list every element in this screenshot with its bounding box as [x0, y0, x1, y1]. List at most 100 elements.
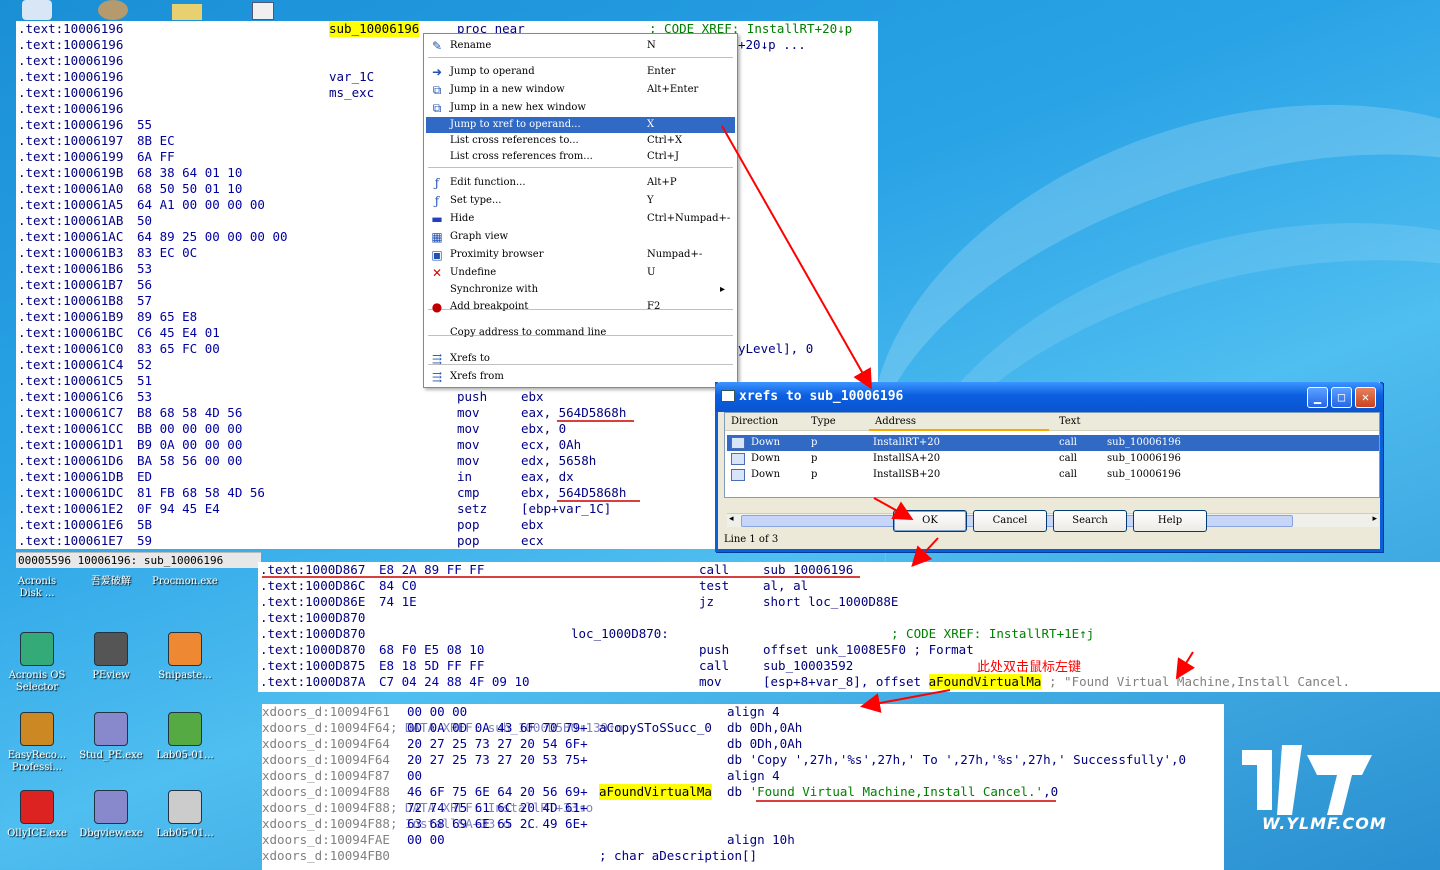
menu-item-proximity-browser[interactable]: ▣ Proximity browser Numpad+-: [426, 247, 735, 263]
menu-item-xrefs-to[interactable]: ⇶ Xrefs to: [426, 351, 735, 367]
ok-button[interactable]: OK: [893, 510, 967, 532]
dialog-titlebar[interactable]: xrefs to sub_10006196 ▁ □ ✕: [715, 382, 1383, 412]
desktop-icon[interactable]: Snipaste...: [152, 632, 218, 682]
data-line[interactable]: xdoors_d:10094FB0 ; char aDescription[]: [262, 848, 1224, 864]
operand[interactable]: +20↓p ...: [738, 37, 806, 53]
menu-item-rename[interactable]: ✎ Rename N: [426, 38, 735, 54]
desktop-icon[interactable]: Dbgview.exe: [78, 790, 144, 840]
menu-item-copy-address-to-command-line[interactable]: Copy address to command line: [426, 325, 735, 341]
menu-item-undefine[interactable]: ✕ Undefine U: [426, 265, 735, 281]
xref-row[interactable]: Down p InstallRT+20 call sub_10006196: [727, 435, 1379, 451]
string-literal[interactable]: 'Found Virtual Machine,Install Cancel.': [750, 784, 1044, 799]
operand[interactable]: short loc_1000D88E: [763, 594, 898, 610]
scroll-right-icon[interactable]: ▸: [1372, 514, 1377, 524]
desktop-icon[interactable]: OllyICE.exe: [4, 790, 70, 840]
minimize-button[interactable]: ▁: [1307, 387, 1328, 408]
operand[interactable]: eax, dx: [521, 469, 574, 485]
operand[interactable]: offset unk_1008E5F0 ; Format: [763, 642, 974, 658]
menu-item-list-cross-references-to[interactable]: List cross references to... Ctrl+X: [426, 133, 735, 149]
avatar-icon[interactable]: [98, 0, 128, 20]
xref-row[interactable]: Down p InstallSA+20 call sub_10006196: [727, 451, 1379, 467]
folder-icon[interactable]: [172, 4, 202, 20]
window-icon[interactable]: [252, 2, 274, 20]
desktop-icon[interactable]: Acronis OS Selector: [4, 632, 70, 694]
desktop-icon[interactable]: Procmon.exe: [152, 576, 218, 588]
data-line[interactable]: xdoors_d:10094F88 46 6F 75 6E 64 20 56 69…: [262, 784, 1224, 800]
data-line[interactable]: xdoors_d:10094F88 63 68 69 6E 65 2C 49 6E…: [262, 816, 1224, 832]
operand[interactable]: yLevel], 0: [738, 341, 813, 357]
data-line[interactable]: xdoors_d:10094F64 0D 0A 0D 0A 43 6F 70 79…: [262, 720, 1224, 736]
operand[interactable]: sub_10006196: [763, 562, 853, 578]
menu-item-jump-in-a-new-window[interactable]: ⧉ Jump in a new window Alt+Enter: [426, 82, 735, 98]
desktop-icon[interactable]: Acronis Disk ...: [4, 576, 70, 600]
xref-row[interactable]: Down p InstallSB+20 call sub_10006196: [727, 467, 1379, 483]
highlighted-operand[interactable]: aFoundVirtualMa: [928, 674, 1042, 689]
ida-disassembly-view-2[interactable]: .text:1000D867 E8 2A 89 FF FF call sub_1000…: [258, 562, 1440, 692]
operand[interactable]: [ebp+var_1C]: [521, 501, 611, 517]
column-text[interactable]: Text: [1059, 416, 1080, 427]
operand[interactable]: [esp+8+var_8], offset aFoundVirtualMa ; …: [763, 674, 1350, 690]
code-label[interactable]: sub_10006196: [329, 21, 420, 37]
operand[interactable]: ebx: [521, 389, 544, 405]
ida-data-view[interactable]: xdoors_d:10094F61 00 00 00 align 4 xdoors_d…: [262, 704, 1224, 870]
operand[interactable]: ebx, 0: [521, 421, 566, 437]
operand[interactable]: ebx, 564D5868h: [521, 485, 626, 501]
code-line[interactable]: .text:1000D870 68 F0 E5 08 10 push offset u…: [258, 642, 1440, 658]
operand[interactable]: sub_10003592: [763, 658, 853, 674]
code-line[interactable]: .text:1000D870 loc_1000D870: ; CODE XREF: …: [258, 626, 1440, 642]
column-direction[interactable]: Direction: [731, 416, 778, 427]
data-line[interactable]: xdoors_d:10094F88 72 74 75 61 6C 20 4D 61…: [262, 800, 1224, 816]
data-line[interactable]: xdoors_d:10094F87 00 align 4: [262, 768, 1224, 784]
data-label[interactable]: aFoundVirtualMa: [599, 784, 712, 800]
maximize-button[interactable]: □: [1331, 387, 1352, 408]
cancel-button[interactable]: Cancel: [973, 510, 1047, 532]
desktop-icon[interactable]: 吾爱破解: [78, 576, 144, 588]
help-button[interactable]: Help: [1133, 510, 1207, 532]
code-line[interactable]: .text:1000D870: [258, 610, 1440, 626]
desktop-icon[interactable]: Lab05-01...: [152, 712, 218, 762]
menu-item-add-breakpoint[interactable]: ● Add breakpoint F2: [426, 299, 735, 315]
operand[interactable]: ebx: [521, 517, 544, 533]
xrefs-dialog[interactable]: xrefs to sub_10006196 ▁ □ ✕ Direction Ty…: [715, 382, 1383, 552]
code-label[interactable]: var_1C: [329, 69, 374, 85]
operand[interactable]: edx, 5658h: [521, 453, 596, 469]
column-type[interactable]: Type: [811, 416, 836, 427]
menu-item-jump-to-operand[interactable]: ➜ Jump to operand Enter: [426, 64, 735, 80]
menu-item-hide[interactable]: ▬ Hide Ctrl+Numpad+-: [426, 211, 735, 227]
desktop-icon[interactable]: Stud_PE.exe: [78, 712, 144, 762]
data-line[interactable]: xdoors_d:10094F64 20 27 25 73 27 20 53 75…: [262, 752, 1224, 768]
operand[interactable]: eax, 564D5868h: [521, 405, 626, 421]
context-menu[interactable]: ✎ Rename N ➜ Jump to operand Enter ⧉ Jump in a …: [423, 33, 738, 388]
data-label[interactable]: aCopySToSSucc_0: [599, 720, 712, 736]
xrefs-list[interactable]: Direction Type Address Text Down p Install…: [724, 412, 1380, 527]
operand[interactable]: ecx: [521, 533, 544, 549]
scroll-left-icon[interactable]: ◂: [729, 514, 734, 524]
code-line[interactable]: .text:1000D875 E8 18 5D FF FF call sub_1000…: [258, 658, 1440, 674]
code-line[interactable]: .text:1000D87A C7 04 24 88 4F 09 10 mov [es…: [258, 674, 1440, 690]
operand[interactable]: al, al: [763, 578, 808, 594]
data-line[interactable]: xdoors_d:10094FAE 00 00 align 10h: [262, 832, 1224, 848]
search-button[interactable]: Search: [1053, 510, 1127, 532]
menu-item-edit-function[interactable]: ƒ Edit function... Alt+P: [426, 175, 735, 191]
data-line[interactable]: xdoors_d:10094F61 00 00 00 align 4: [262, 704, 1224, 720]
menu-item-jump-in-a-new-hex-window[interactable]: ⧉ Jump in a new hex window: [426, 100, 735, 116]
close-button[interactable]: ✕: [1355, 387, 1376, 408]
menu-item-set-type[interactable]: ƒ Set type... Y: [426, 193, 735, 209]
menu-item-list-cross-references-from[interactable]: List cross references from... Ctrl+J: [426, 149, 735, 165]
desktop-icon[interactable]: EasyReco... Professi...: [4, 712, 70, 774]
data-line[interactable]: xdoors_d:10094F64 20 27 25 73 27 20 54 6F…: [262, 736, 1224, 752]
code-line[interactable]: .text:1000D86E 74 1E jz short loc_1000D88E: [258, 594, 1440, 610]
code-line[interactable]: .text:1000D867 E8 2A 89 FF FF call sub_1000…: [258, 562, 1440, 578]
menu-item-graph-view[interactable]: ▦ Graph view: [426, 229, 735, 245]
code-line[interactable]: .text:1000D86C 84 C0 test al, al: [258, 578, 1440, 594]
menu-item-xrefs-from[interactable]: ⇶ Xrefs from: [426, 369, 735, 385]
code-label[interactable]: ms_exc: [329, 85, 374, 101]
code-label[interactable]: loc_1000D870:: [571, 626, 669, 642]
menu-item-jump-to-xref-to-operand[interactable]: Jump to xref to operand... X: [426, 117, 735, 133]
operand[interactable]: ecx, 0Ah: [521, 437, 581, 453]
desktop-icon[interactable]: Lab05-01...: [152, 790, 218, 840]
mail-icon[interactable]: [22, 0, 52, 20]
data-label[interactable]: ; char aDescription[]: [599, 848, 757, 864]
column-address[interactable]: Address: [875, 416, 916, 427]
menu-item-synchronize-with[interactable]: Synchronize with ▸: [426, 282, 735, 298]
